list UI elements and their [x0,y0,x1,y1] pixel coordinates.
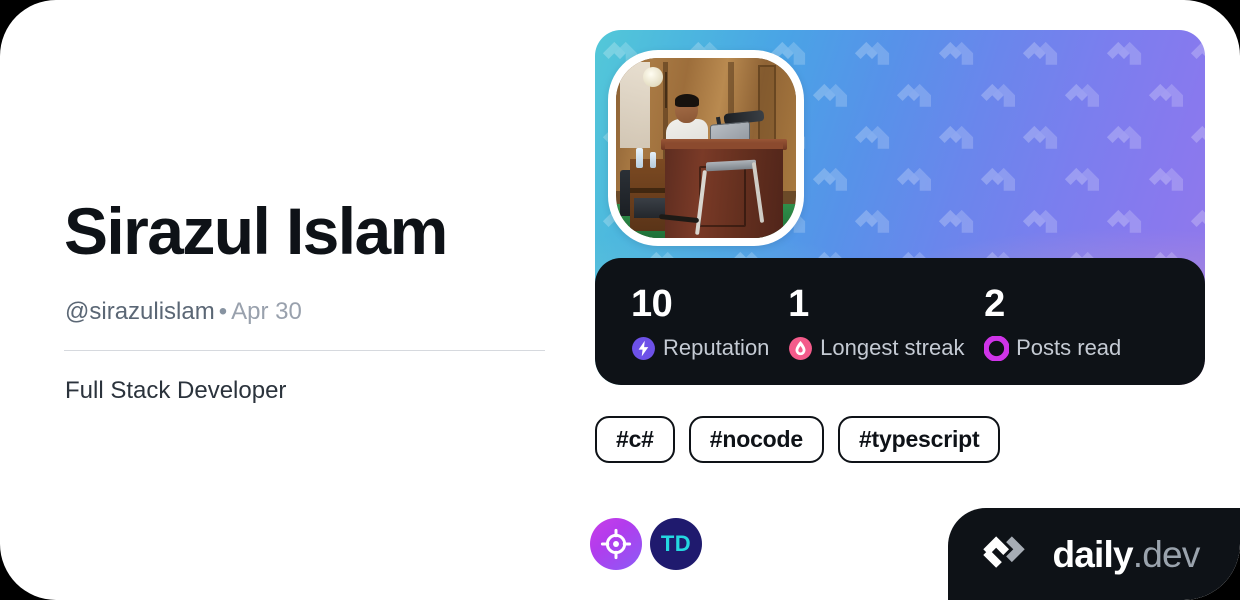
cover-banner: 10 Reputation 1 Longest streak 2 Posts r… [595,30,1205,385]
flame-icon [789,336,813,360]
stats-bar: 10 Reputation 1 Longest streak 2 Posts r… [595,258,1205,385]
wordmark-primary: daily [1052,533,1133,575]
ring-icon [984,335,1010,361]
avatar [608,50,804,246]
profile-info-column: Sirazul Islam @sirazulislam • Apr 30 Full … [64,0,554,600]
stat-reputation-label: Reputation [663,335,770,360]
daily-dev-logo-icon [983,536,1026,568]
meta-separator: • [218,298,228,325]
profile-bio: Full Stack Developer [65,377,287,404]
td-badge[interactable]: TD [650,518,702,570]
stat-longest-streak: 1 Longest streak [788,283,984,361]
divider [64,350,545,351]
daily-dev-branding: daily.dev [948,508,1240,600]
stat-reputation: 10 Reputation [631,283,788,361]
stat-longest-streak-value: 1 [788,282,809,325]
stat-posts-read-value: 2 [984,282,1005,325]
tag-chip[interactable]: #nocode [688,416,824,463]
profile-meta: @sirazulislam • Apr 30 [65,296,302,327]
stat-posts-read-label: Posts read [1016,335,1122,360]
tag-chip[interactable]: #typescript [837,416,1001,463]
tag-list: #c# #nocode #typescript [595,416,1001,463]
crosshair-badge[interactable] [590,518,642,570]
profile-handle: @sirazulislam [65,298,215,325]
crosshair-icon [600,528,632,560]
profile-visual-column: 10 Reputation 1 Longest streak 2 Posts r… [595,30,1205,385]
page-title: Sirazul Islam [64,194,448,268]
profile-card: Sirazul Islam @sirazulislam • Apr 30 Full … [0,0,1240,600]
stat-posts-read: 2 Posts read [984,283,1169,361]
wordmark-secondary: .dev [1132,533,1201,575]
stat-reputation-value: 10 [631,282,673,325]
badge-list: TD [590,518,702,570]
tag-chip[interactable]: #c# [595,416,675,463]
daily-dev-wordmark: daily.dev [1052,533,1201,575]
join-date: Apr 30 [231,298,302,325]
stat-longest-streak-label: Longest streak [820,335,965,360]
lightning-bolt-icon [632,336,655,360]
avatar-photo [616,58,796,238]
td-monogram-icon: TD [660,531,692,556]
